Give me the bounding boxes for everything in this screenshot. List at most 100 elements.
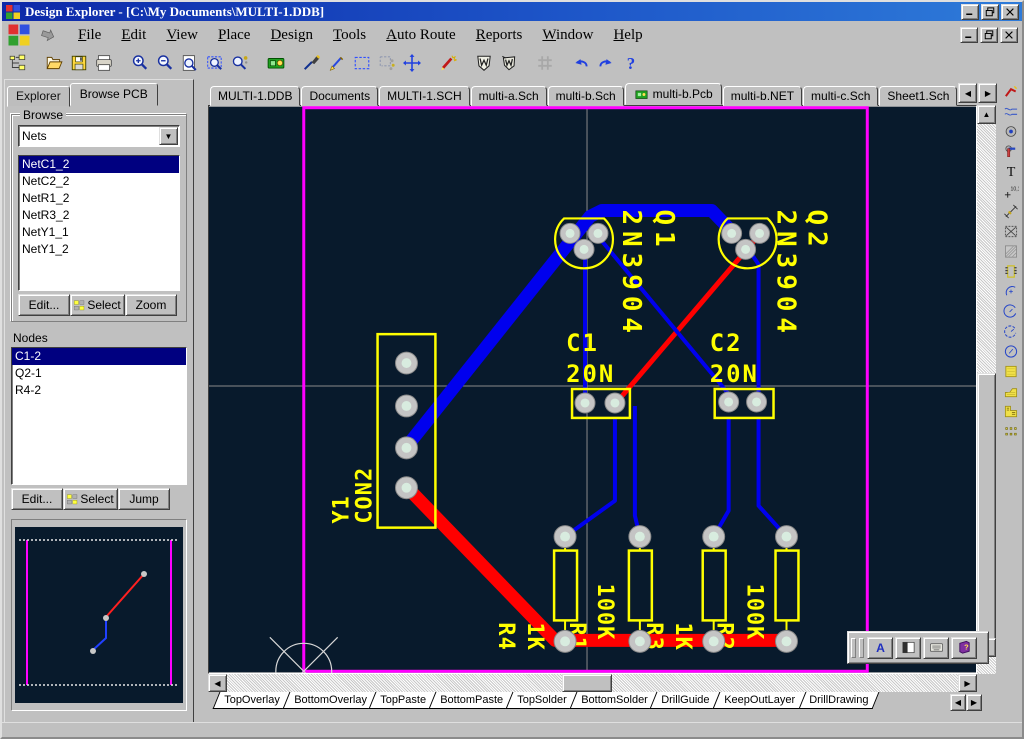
horizontal-scroll-thumb[interactable] [562,674,612,692]
net-item-nety1-1[interactable]: NetY1_1 [19,224,179,241]
node-item-r4-2[interactable]: R4-2 [12,382,186,399]
doc-tab-multi-c-sch[interactable]: multi-c.Sch [803,86,878,106]
scroll-up-button[interactable]: ▲ [977,105,996,124]
menu-window[interactable]: Window [532,24,603,47]
node-item-q2-1[interactable]: Q2-1 [12,365,186,382]
cleanup-button[interactable] [299,51,324,75]
place-curves-button[interactable] [999,102,1023,121]
deselect-button[interactable] [374,51,399,75]
layer-tab-bottomoverlay[interactable]: BottomOverlay [282,692,378,709]
place-split-plane-button[interactable] [999,402,1023,421]
zoom-out-button[interactable] [152,51,177,75]
doc-tab-multi-b-sch[interactable]: multi-b.Sch [548,86,624,106]
help-button[interactable]: ? [618,51,643,75]
scroll-right-button[interactable]: ▶ [958,674,977,692]
layer-tabs-left-button[interactable]: ◀ [950,694,966,711]
place-polygon-button[interactable] [999,382,1023,401]
layer-tab-topoverlay[interactable]: TopOverlay [213,692,292,709]
place-keepout-button[interactable] [999,222,1023,241]
title-bar[interactable]: Design Explorer - [C:\My Documents\MULTI… [2,2,1022,21]
place-dimension-button[interactable] [999,202,1023,221]
board-viewer-button[interactable] [263,51,288,75]
zoom-point-button[interactable] [227,51,252,75]
panel-toggle-button[interactable] [895,637,921,659]
net-item-netr1-2[interactable]: NetR1_2 [19,190,179,207]
menu-help[interactable]: Help [603,24,652,47]
layer-tab-bottomsolder[interactable]: BottomSolder [569,692,659,709]
doc-tabs-left-button[interactable]: ◀ [958,83,977,103]
window-close-button[interactable] [1001,4,1019,20]
pcb-canvas[interactable]: Q12N3904Q22N3904C120NC220NY1CON2R41KR110… [209,106,976,673]
layer-tabs-right-button[interactable]: ▶ [966,694,982,711]
place-circle-button[interactable] [999,342,1023,361]
shield-w-button[interactable] [471,51,496,75]
place-pad-button[interactable] [999,122,1023,141]
toolbar-grip-2[interactable] [859,638,864,658]
menu-file[interactable]: File [68,24,111,47]
doc-tab-documents[interactable]: Documents [301,86,378,106]
annotate-a-button[interactable]: A [867,637,893,659]
layer-tab-topsolder[interactable]: TopSolder [506,692,578,709]
net-select-button[interactable]: Select [70,294,125,316]
browse-mode-select[interactable]: Nets ▼ [18,125,180,147]
net-item-nety1-2[interactable]: NetY1_2 [19,241,179,258]
window-restore-button[interactable] [981,4,999,20]
doc-tab-multi-1-sch[interactable]: MULTI-1.SCH [379,86,469,106]
layer-tab-bottompaste[interactable]: BottomPaste [429,692,515,709]
net-item-netr3-2[interactable]: NetR3_2 [19,207,179,224]
net-item-netc1-2[interactable]: NetC1_2 [19,156,179,173]
board-minimap[interactable] [11,519,187,711]
shortcut-keys-button[interactable] [923,637,949,659]
place-arc-edge-button[interactable] [999,282,1023,301]
net-edit-button[interactable]: Edit... [18,294,70,316]
window-minimize-button[interactable] [961,4,979,20]
place-component-button[interactable] [999,262,1023,281]
place-pad-array-button[interactable] [999,422,1023,441]
node-edit-button[interactable]: Edit... [11,488,63,510]
place-fill-button[interactable] [999,362,1023,381]
vertical-scroll-thumb[interactable] [977,373,996,650]
select-area-button[interactable] [349,51,374,75]
menu-edit[interactable]: Edit [111,24,156,47]
menu-view[interactable]: View [156,24,208,47]
wire-button[interactable] [324,51,349,75]
place-arc-center-button[interactable] [999,302,1023,321]
zoom-area-button[interactable] [202,51,227,75]
place-string-button[interactable]: T [999,162,1023,181]
node-select-button[interactable]: Select [63,488,118,510]
combo-dropdown-button[interactable]: ▼ [159,127,178,145]
menu-reports[interactable]: Reports [466,24,533,47]
node-item-c1-2[interactable]: C1-2 [12,348,186,365]
down-arrow-icon[interactable] [36,25,60,45]
place-track-button[interactable] [999,82,1023,101]
menu-design[interactable]: Design [260,24,323,47]
wizard-button[interactable] [435,51,460,75]
zoom-in-button[interactable] [127,51,152,75]
doc-tabs-right-button[interactable]: ▶ [978,83,997,103]
layer-tab-drilldrawing[interactable]: DrillDrawing [797,692,879,709]
minimap-canvas[interactable] [15,527,183,703]
explorer-toggle-button[interactable] [5,51,30,75]
document-restore-button[interactable] [980,27,998,43]
redo-button[interactable] [593,51,618,75]
shield-w-2-button[interactable] [496,51,521,75]
help-book-button[interactable]: ? [951,637,977,659]
place-fill-hatched-button[interactable] [999,242,1023,261]
undo-button[interactable] [568,51,593,75]
layer-tab-drillguide[interactable]: DrillGuide [650,692,721,709]
doc-tab-multi-a-sch[interactable]: multi-a.Sch [471,86,547,106]
document-minimize-button[interactable] [960,27,978,43]
document-close-button[interactable] [1000,27,1018,43]
place-coordinate-button[interactable]: 10,10 [999,182,1023,201]
node-jump-button[interactable]: Jump [118,488,170,510]
layer-tab-toppaste[interactable]: TopPaste [369,692,438,709]
print-button[interactable] [91,51,116,75]
menu-auto-route[interactable]: Auto Route [376,24,466,47]
net-zoom-button[interactable]: Zoom [125,294,177,316]
sidebar-tab-browse-pcb[interactable]: Browse PCB [70,83,158,106]
doc-tab-multi-b-net[interactable]: multi-b.NET [723,86,802,106]
place-arc-angle-button[interactable] [999,322,1023,341]
doc-tab-multi-b-pcb[interactable]: multi-b.Pcb [625,83,722,105]
layer-tab-keepoutlayer[interactable]: KeepOutLayer [712,692,806,709]
scroll-left-button[interactable]: ◀ [208,674,227,692]
